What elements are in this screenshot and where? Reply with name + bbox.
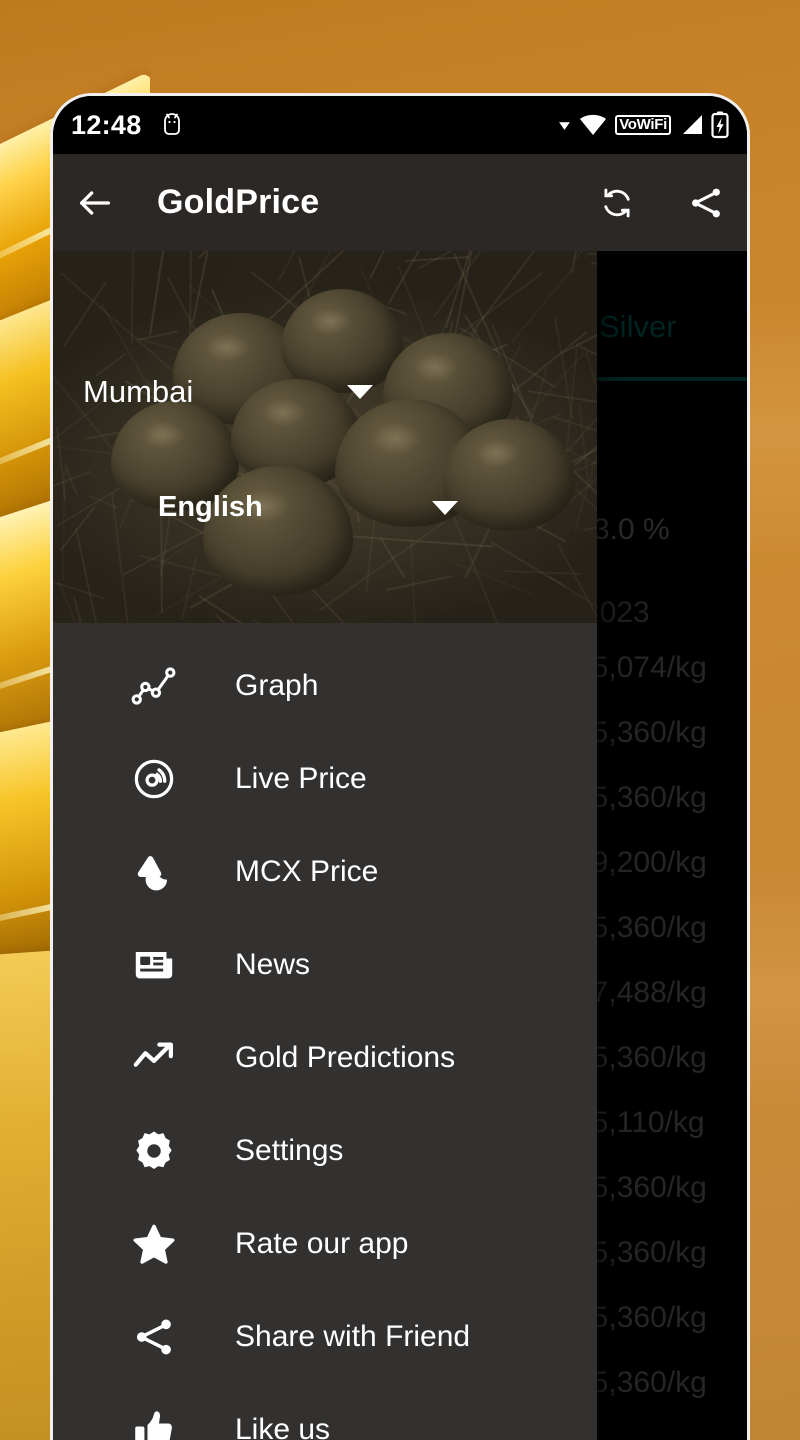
app-bar: GoldPrice: [53, 154, 747, 251]
drawer-item-rate-our-app[interactable]: Rate our app: [53, 1197, 597, 1290]
share-nodes-icon: [131, 1314, 177, 1360]
live-radar-icon: [131, 756, 177, 802]
city-selector[interactable]: Mumbai: [83, 374, 373, 410]
drawer-item-mcx-price[interactable]: MCX Price: [53, 825, 597, 918]
drawer-item-settings[interactable]: Settings: [53, 1104, 597, 1197]
chevron-down-icon: [432, 500, 458, 515]
drawer-item-label: Gold Predictions: [235, 1040, 456, 1074]
line-chart-icon: [131, 663, 177, 709]
drawer-item-live-price[interactable]: Live Price: [53, 732, 597, 825]
share-icon[interactable]: [687, 184, 725, 222]
status-bar-clock: 12:48: [71, 109, 142, 140]
gear-icon: [131, 1128, 177, 1174]
drawer-item-label: Settings: [235, 1133, 344, 1167]
drawer-item-label: Graph: [235, 668, 319, 702]
drawer-item-label: Rate our app: [235, 1226, 409, 1260]
header-dim-overlay: [53, 251, 597, 623]
drawer-menu-list: Graph Live Price MCX Price News Gold Predict…: [53, 623, 597, 1440]
city-selector-value: Mumbai: [83, 374, 194, 409]
drawer-item-label: MCX Price: [235, 854, 379, 888]
mcx-shapes-icon: [131, 849, 177, 895]
android-robot-icon: [160, 112, 184, 138]
language-selector[interactable]: English: [158, 491, 458, 524]
refresh-icon[interactable]: [599, 185, 635, 221]
wifi-icon: [578, 113, 608, 137]
drawer-item-gold-predictions[interactable]: Gold Predictions: [53, 1011, 597, 1104]
drawer-item-share-with-friend[interactable]: Share with Friend: [53, 1290, 597, 1383]
status-bar: 12:48 VoWiFi: [53, 96, 747, 154]
drawer-item-like-us[interactable]: Like us: [53, 1383, 597, 1440]
language-selector-value: English: [158, 491, 263, 523]
drawer-item-label: Like us: [235, 1412, 331, 1440]
star-icon: [131, 1221, 177, 1267]
cellular-signal-icon: [678, 113, 704, 137]
arrow-left-icon[interactable]: [75, 183, 115, 223]
drawer-item-label: Share with Friend: [235, 1319, 471, 1353]
newspaper-icon: [131, 942, 177, 988]
phone-screen: Gold Silver 3.0 % 2023 75,074/kg75,360/k…: [53, 96, 747, 1440]
drawer-header: Mumbai English: [53, 251, 597, 623]
trending-up-icon: [131, 1035, 177, 1081]
thumbs-up-icon: [131, 1407, 177, 1440]
navigation-drawer: Mumbai English Graph Live Price MCX Price N…: [53, 251, 597, 1440]
drawer-item-label: Live Price: [235, 761, 367, 795]
phone-device-frame: Gold Silver 3.0 % 2023 75,074/kg75,360/k…: [50, 93, 750, 1440]
battery-charging-icon: [711, 111, 729, 139]
vowifi-badge: VoWiFi: [615, 115, 671, 135]
drawer-item-news[interactable]: News: [53, 918, 597, 1011]
drawer-item-label: News: [235, 947, 311, 981]
chevron-down-icon: [347, 385, 373, 399]
drawer-item-graph[interactable]: Graph: [53, 639, 597, 732]
page-title: GoldPrice: [157, 183, 320, 221]
dropdown-triangle-icon: [558, 119, 571, 132]
